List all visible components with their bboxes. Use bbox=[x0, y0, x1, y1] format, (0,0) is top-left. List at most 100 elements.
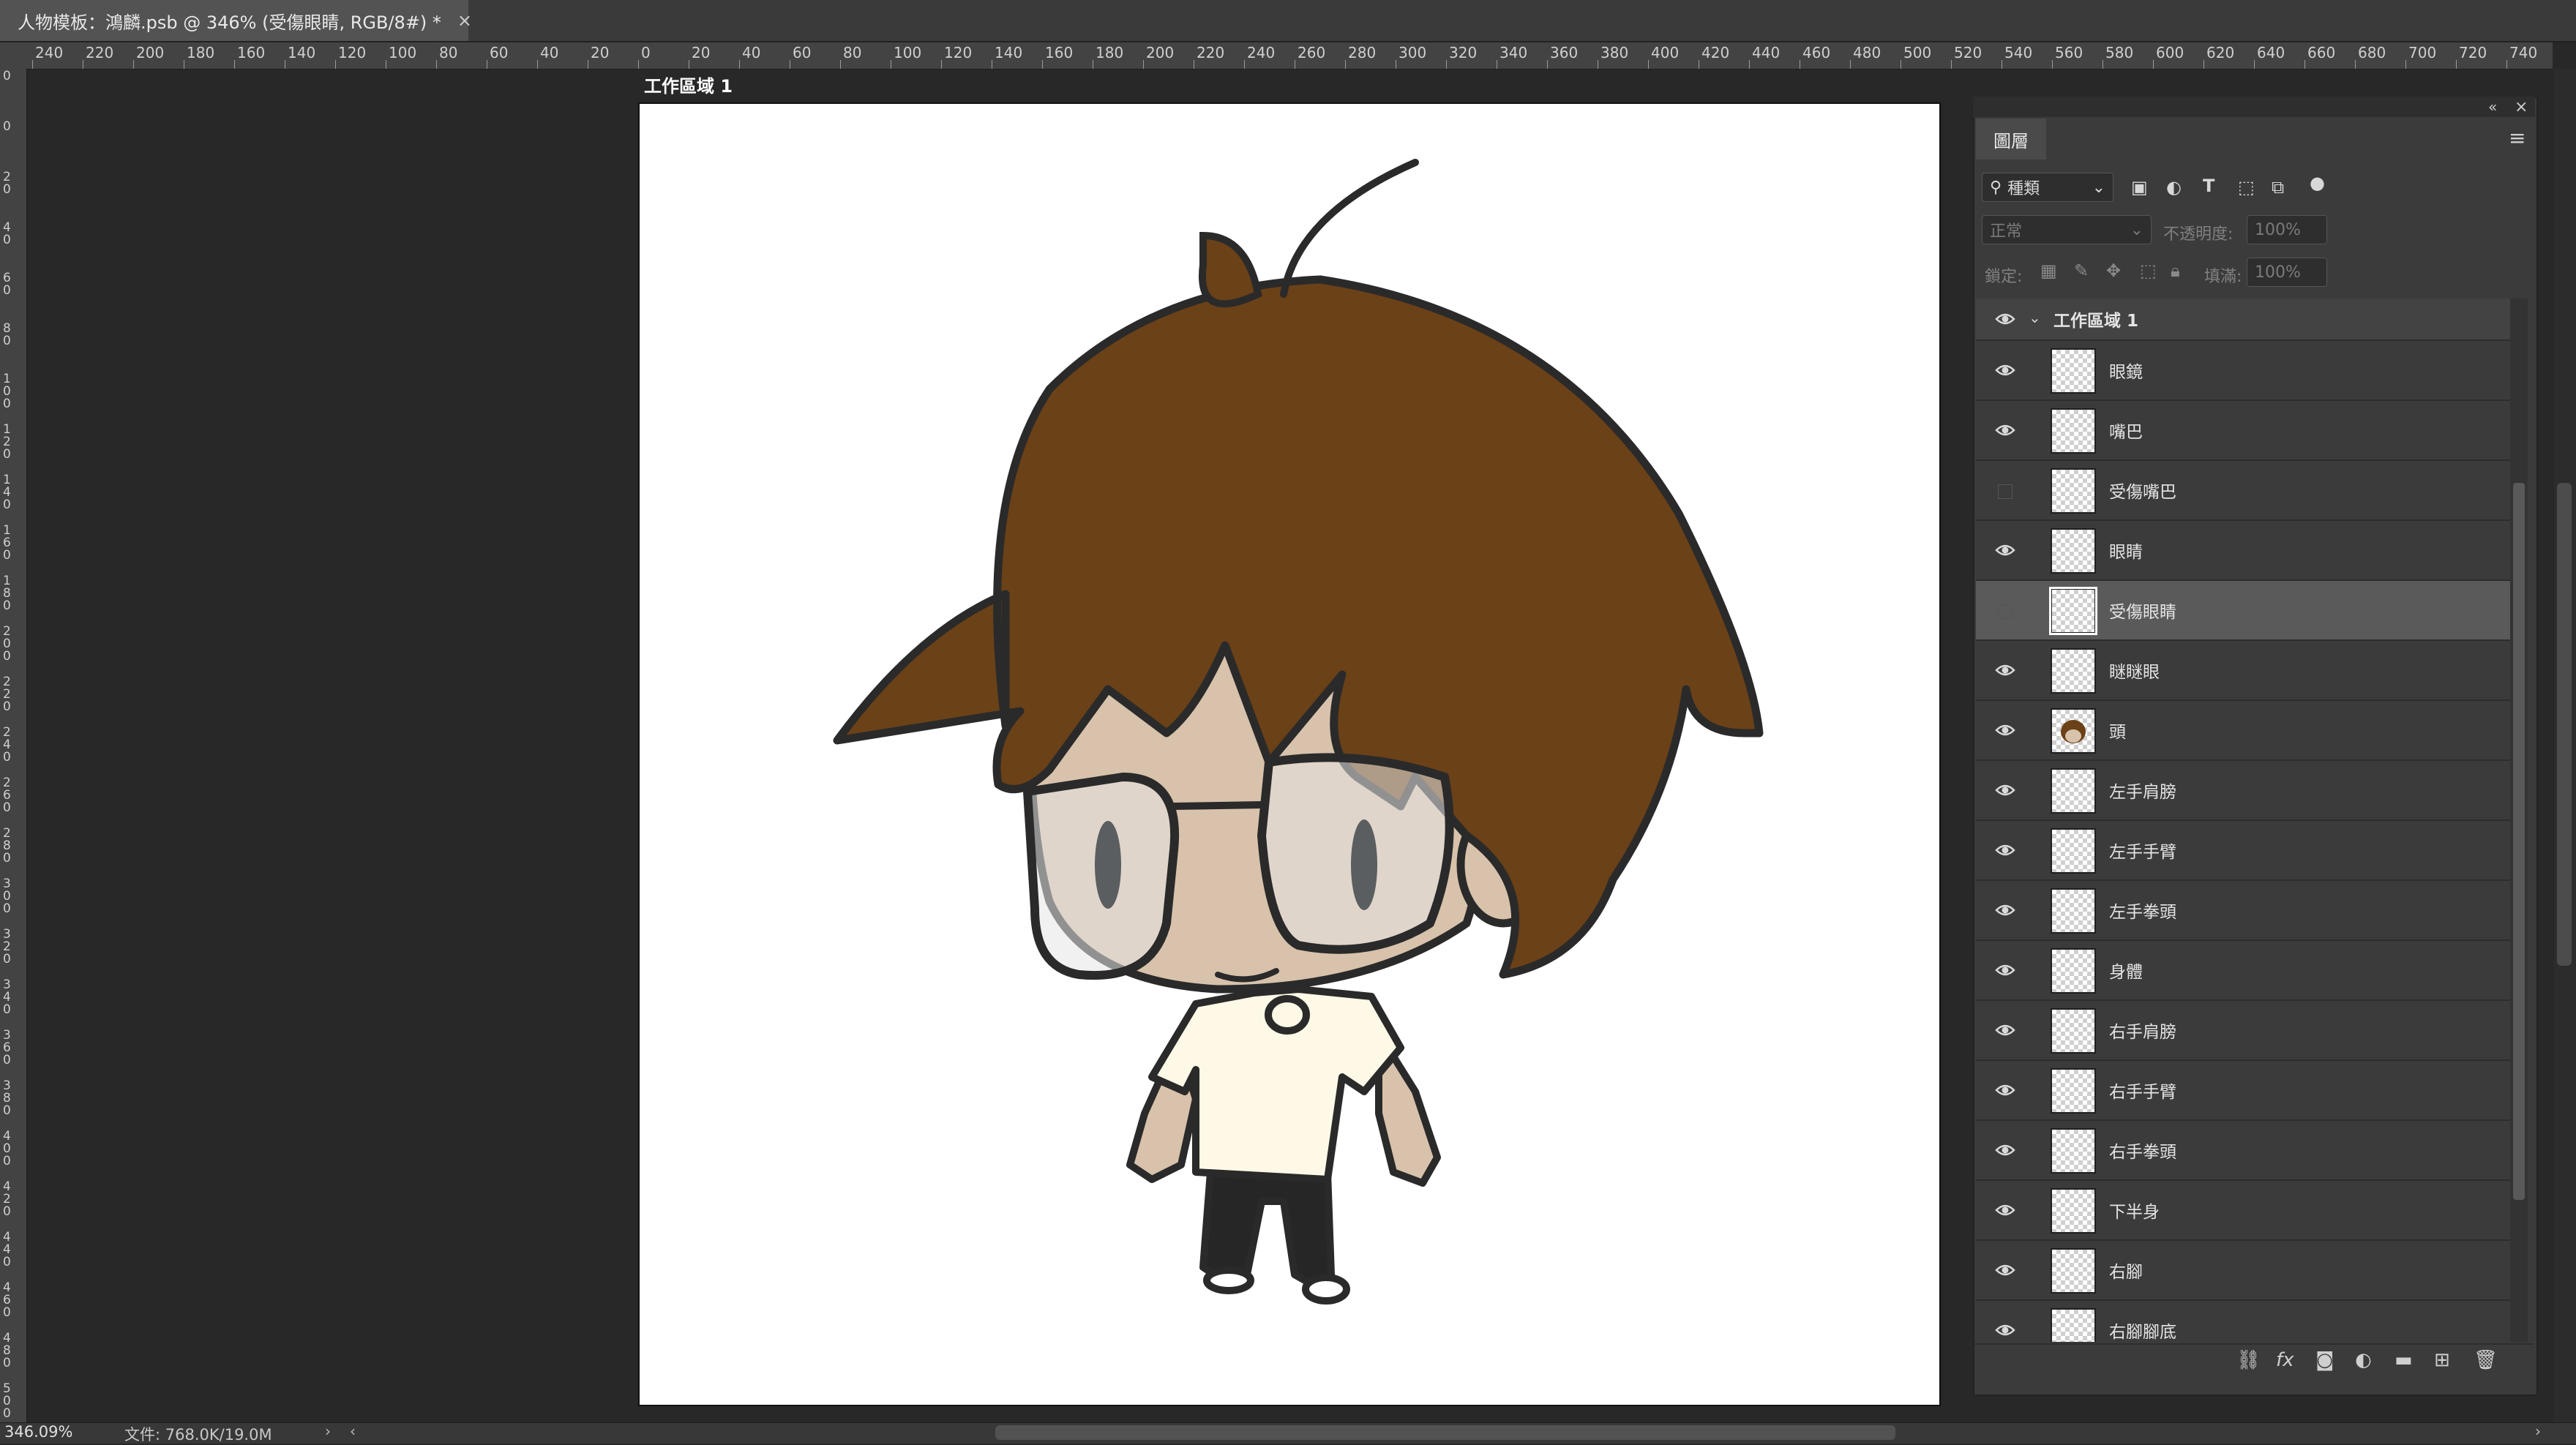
lock-artboard-icon[interactable]: ⬚ bbox=[2140, 260, 2157, 281]
document-tab[interactable]: 人物模板：鴻麟.psb @ 346% (受傷眼睛, RGB/8#) * × bbox=[0, 0, 472, 41]
link-layers-icon[interactable]: ⛓ bbox=[2236, 1349, 2261, 1371]
horizontal-ruler[interactable]: 240 220 200 180 160 140 120 100 80 60 40 20 0 20 40 60 8… bbox=[26, 42, 2553, 70]
scroll-right-arrow-icon[interactable]: › bbox=[2535, 1422, 2541, 1440]
layer-thumbnail[interactable] bbox=[2051, 828, 2096, 874]
lock-position-icon[interactable]: ✥ bbox=[2106, 260, 2121, 281]
layer-row[interactable]: 嘴巴 bbox=[1976, 401, 2510, 461]
panel-menu-icon[interactable]: ≡ bbox=[2509, 126, 2526, 150]
visibility-toggle-off[interactable] bbox=[1998, 604, 2012, 619]
layer-thumbnail[interactable] bbox=[2051, 1188, 2096, 1234]
pixel-layer-filter-icon[interactable]: ▣ bbox=[2131, 177, 2148, 198]
layer-thumbnail[interactable] bbox=[2051, 1248, 2096, 1294]
file-size-info[interactable]: 文件: 768.0K/19.0M bbox=[124, 1423, 272, 1445]
layer-row[interactable]: 左手拳頭 bbox=[1976, 881, 2510, 941]
eye-icon[interactable] bbox=[1995, 901, 2015, 919]
shape-layer-filter-icon[interactable]: ⬚ bbox=[2238, 177, 2255, 198]
new-layer-icon[interactable]: ⊞ bbox=[2434, 1349, 2450, 1371]
layer-thumbnail[interactable] bbox=[2051, 1128, 2096, 1174]
layer-row[interactable]: 右腳腳底 bbox=[1976, 1301, 2510, 1342]
artboard-canvas[interactable] bbox=[638, 102, 1941, 1406]
layer-row[interactable]: 左手手臂 bbox=[1976, 821, 2510, 881]
layer-thumbnail[interactable] bbox=[2051, 348, 2096, 394]
eye-icon[interactable] bbox=[1995, 1261, 2015, 1279]
eye-icon[interactable] bbox=[1995, 841, 2015, 859]
layer-thumbnail[interactable] bbox=[2049, 587, 2097, 635]
visibility-toggle-off[interactable] bbox=[1998, 484, 2012, 499]
layer-row[interactable]: 左手肩膀 bbox=[1976, 761, 2510, 821]
panel-dock-header[interactable] bbox=[1973, 97, 2535, 117]
layer-row[interactable]: 受傷嘴巴 bbox=[1976, 461, 2510, 521]
vertical-ruler[interactable]: 0 0 20 40 60 80 100 120 140 160 180 200 220 240 260 280… bbox=[0, 69, 27, 1422]
layer-row[interactable]: 受傷眼睛 bbox=[1976, 581, 2510, 641]
scroll-left-arrow-icon[interactable]: ‹ bbox=[350, 1422, 356, 1440]
eye-icon[interactable] bbox=[1995, 961, 2015, 979]
layer-row[interactable]: 身體 bbox=[1976, 941, 2510, 1001]
layer-thumbnail[interactable] bbox=[2051, 948, 2096, 994]
layer-thumbnail[interactable] bbox=[2051, 1008, 2096, 1054]
eye-icon[interactable] bbox=[1995, 361, 2015, 379]
layer-thumbnail[interactable] bbox=[2051, 708, 2096, 754]
layer-thumbnail[interactable] bbox=[2051, 528, 2096, 574]
layer-group-row[interactable]: ⌄ 工作區域 1 bbox=[1976, 299, 2510, 341]
layers-scrollbar-thumb[interactable] bbox=[2513, 483, 2525, 1200]
layer-row[interactable]: 瞇瞇眼 bbox=[1976, 641, 2510, 701]
layer-row[interactable]: 眼鏡 bbox=[1976, 341, 2510, 401]
ruler-corner[interactable] bbox=[0, 42, 26, 69]
layer-thumbnail[interactable] bbox=[2051, 1308, 2096, 1342]
lock-transparent-pixels-icon[interactable]: ▦ bbox=[2040, 260, 2057, 281]
zoom-level-field[interactable]: 346.09% bbox=[4, 1423, 72, 1441]
eye-icon[interactable] bbox=[1995, 1021, 2015, 1039]
smart-object-filter-icon[interactable]: ⧉ bbox=[2272, 177, 2284, 198]
eye-icon[interactable] bbox=[1995, 310, 2015, 328]
close-panel-icon[interactable]: × bbox=[2515, 98, 2528, 116]
layers-list[interactable]: ⌄ 工作區域 1 眼鏡 嘴巴 受傷嘴巴 眼睛 受傷眼睛 瞇瞇眼頭左手肩膀 左手手臂 左手拳頭身… bbox=[1976, 299, 2510, 1342]
tab-layers[interactable]: 圖層 bbox=[1976, 119, 2046, 159]
layer-style-fx-icon[interactable]: fx bbox=[2276, 1349, 2294, 1371]
status-menu-arrow-icon[interactable]: › bbox=[325, 1422, 331, 1440]
layer-thumbnail[interactable] bbox=[2051, 468, 2096, 514]
eye-icon[interactable] bbox=[1995, 661, 2015, 679]
fill-field[interactable]: 100% bbox=[2247, 258, 2327, 287]
ruler-label: 160 bbox=[237, 44, 266, 61]
new-group-folder-icon[interactable]: ▬ bbox=[2395, 1349, 2413, 1371]
lock-image-pixels-icon[interactable]: ✎ bbox=[2074, 260, 2089, 281]
ruler-label: 40 bbox=[3, 220, 11, 247]
layer-thumbnail[interactable] bbox=[2051, 408, 2096, 454]
layer-row[interactable]: 右手拳頭 bbox=[1976, 1121, 2510, 1181]
layer-thumbnail[interactable] bbox=[2051, 888, 2096, 934]
layer-row[interactable]: 右手肩膀 bbox=[1976, 1001, 2510, 1061]
canvas-vertical-scrollbar-thumb[interactable] bbox=[2557, 483, 2572, 966]
collapse-panel-icon[interactable]: « bbox=[2488, 98, 2497, 116]
blend-mode-select[interactable]: 正常 ⌄ bbox=[1982, 215, 2152, 244]
eye-icon[interactable] bbox=[1995, 1081, 2015, 1099]
layer-thumbnail[interactable] bbox=[2051, 768, 2096, 814]
adjustment-layer-filter-icon[interactable]: ◐ bbox=[2166, 177, 2182, 198]
eye-icon[interactable] bbox=[1995, 781, 2015, 799]
eye-icon[interactable] bbox=[1995, 421, 2015, 439]
layer-row[interactable]: 右手手臂 bbox=[1976, 1061, 2510, 1121]
lock-all-icon[interactable]: 🔒︎ bbox=[2171, 260, 2180, 281]
artboard-label[interactable]: 工作區域 1 bbox=[644, 72, 733, 97]
delete-layer-trash-icon[interactable]: 🗑︎ bbox=[2474, 1349, 2498, 1371]
layer-thumbnail[interactable] bbox=[2051, 1068, 2096, 1114]
eye-icon[interactable] bbox=[1995, 1141, 2015, 1159]
eye-icon[interactable] bbox=[1995, 1201, 2015, 1219]
eye-icon[interactable] bbox=[1995, 1321, 2015, 1339]
opacity-field[interactable]: 100% bbox=[2247, 215, 2327, 244]
eye-icon[interactable] bbox=[1995, 721, 2015, 739]
layer-row[interactable]: 頭 bbox=[1976, 701, 2510, 761]
chevron-down-icon[interactable]: ⌄ bbox=[2029, 309, 2041, 326]
type-layer-filter-icon[interactable]: T bbox=[2203, 176, 2214, 196]
layer-row[interactable]: 眼睛 bbox=[1976, 521, 2510, 581]
new-adjustment-layer-icon[interactable]: ◐ bbox=[2355, 1349, 2372, 1371]
layer-row[interactable]: 下半身 bbox=[1976, 1181, 2510, 1241]
close-tab-icon[interactable]: × bbox=[457, 10, 472, 31]
add-mask-icon[interactable]: ◙ bbox=[2315, 1349, 2334, 1371]
canvas-horizontal-scrollbar-thumb[interactable] bbox=[995, 1425, 1895, 1440]
filter-kind-select[interactable]: ⚲ 種類 ⌄ bbox=[1982, 173, 2113, 202]
eye-icon[interactable] bbox=[1995, 541, 2015, 559]
layer-row[interactable]: 右腳 bbox=[1976, 1241, 2510, 1301]
filter-toggle-icon[interactable]: ● bbox=[2310, 173, 2325, 193]
layer-thumbnail[interactable] bbox=[2051, 648, 2096, 694]
opacity-value: 100% bbox=[2255, 220, 2301, 239]
